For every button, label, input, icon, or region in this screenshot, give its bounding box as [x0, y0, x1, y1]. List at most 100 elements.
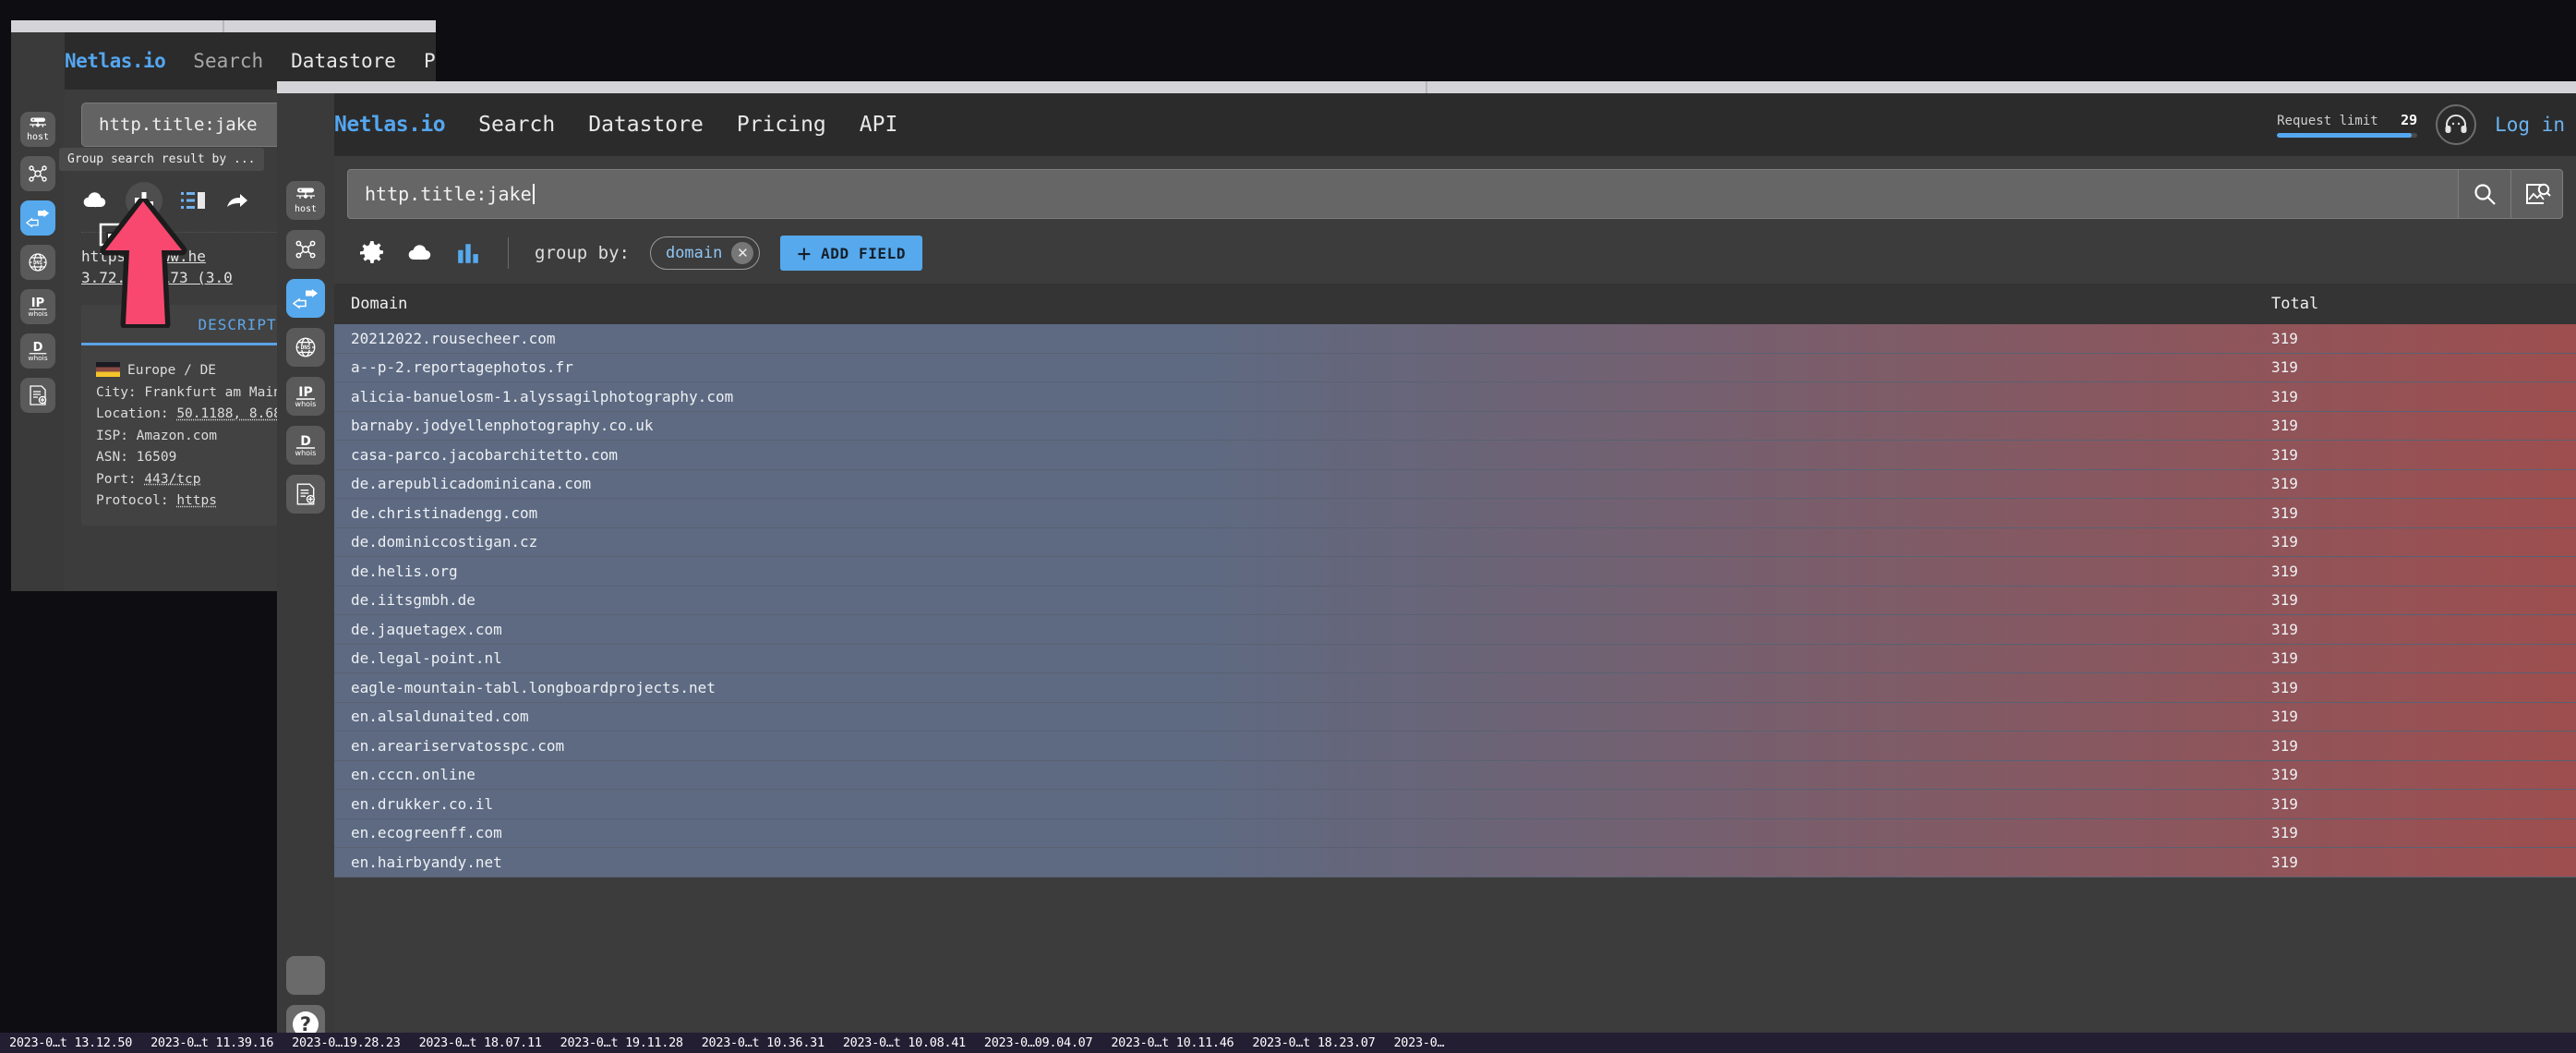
cell-domain[interactable]: barnaby.jodyellenphotography.co.uk — [334, 417, 2271, 434]
table-row[interactable]: de.iitsgmbh.de319 — [334, 587, 2576, 616]
foreground-window-titlebar[interactable] — [277, 81, 2576, 93]
svg-text:D: D — [33, 341, 43, 355]
cell-domain[interactable]: de.jaquetagex.com — [334, 621, 2271, 638]
cell-domain[interactable]: de.helis.org — [334, 563, 2271, 580]
cell-domain[interactable]: de.arepublicadominicana.com — [334, 475, 2271, 492]
result-ip[interactable]: 3.72.140.173 (3.0 — [81, 269, 233, 286]
download-cloud-icon[interactable] — [406, 239, 434, 267]
sidebar-item-dns[interactable]: DNS — [20, 245, 55, 280]
sidebar-item-host[interactable]: host — [286, 181, 325, 220]
headset-support-icon[interactable] — [2436, 104, 2476, 145]
sidebar-item-request-response[interactable] — [286, 279, 325, 318]
foreground-browser-window[interactable]: Netlas.io Search Datastore Pricing API R… — [277, 81, 2576, 1053]
cell-total: 319 — [2271, 766, 2576, 783]
brand-logo-text[interactable]: Netlas.io — [65, 50, 165, 72]
sidebar-item-host[interactable]: host — [20, 112, 55, 147]
bar-chart-icon[interactable] — [126, 182, 163, 219]
sidebar-item-ip-whois[interactable]: IP whois — [20, 289, 55, 324]
cell-domain[interactable]: de.christinadengg.com — [334, 504, 2271, 522]
table-row[interactable]: en.hairbyandy.net319 — [334, 848, 2576, 878]
gear-icon[interactable] — [358, 239, 386, 267]
cell-domain[interactable]: a--p-2.reportagephotos.fr — [334, 358, 2271, 376]
table-row[interactable]: barnaby.jodyellenphotography.co.uk319 — [334, 412, 2576, 442]
nav-link-api[interactable]: API — [860, 113, 898, 137]
nav-link-search[interactable]: Search — [478, 113, 555, 137]
group-by-chip-domain[interactable]: domain ✕ — [650, 236, 760, 270]
timestamp-label: 2023-0…t 10.36.31 — [692, 1035, 834, 1050]
column-header-domain[interactable]: Domain — [334, 295, 2271, 313]
cell-domain[interactable]: en.alsaldunaited.com — [334, 708, 2271, 725]
search-submit-button[interactable] — [2459, 170, 2510, 218]
image-search-button[interactable] — [2510, 170, 2562, 218]
table-row[interactable]: eagle-mountain-tabl.longboardprojects.ne… — [334, 673, 2576, 703]
table-row[interactable]: de.christinadengg.com319 — [334, 499, 2576, 528]
share-icon[interactable] — [223, 187, 251, 214]
pencil-cursor-icon — [150, 220, 175, 257]
table-row[interactable]: casa-parco.jacobarchitetto.com319 — [334, 441, 2576, 470]
table-row[interactable]: de.arepublicadominicana.com319 — [334, 470, 2576, 500]
cell-domain[interactable]: de.legal-point.nl — [334, 649, 2271, 667]
timestamp-label: 2023-0…09.04.07 — [975, 1035, 1101, 1050]
table-row[interactable]: alicia-banuelosm-1.alyssagilphotography.… — [334, 382, 2576, 412]
column-header-total[interactable]: Total — [2271, 295, 2576, 313]
nav-link-pricing[interactable]: Pricing — [424, 50, 436, 72]
table-row[interactable]: de.dominiccostigan.cz319 — [334, 528, 2576, 558]
cell-total: 319 — [2271, 563, 2576, 580]
cell-domain[interactable]: eagle-mountain-tabl.longboardprojects.ne… — [334, 679, 2271, 696]
search-input[interactable]: http.title:jake — [347, 169, 2459, 219]
sidebar-item-domain-whois[interactable]: D whois — [286, 426, 325, 465]
sidebar-item-domain-whois[interactable]: D whois — [20, 333, 55, 369]
sidebar-item-blank[interactable] — [286, 956, 325, 995]
cell-domain[interactable]: casa-parco.jacobarchitetto.com — [334, 446, 2271, 464]
sidebar-item-request-response[interactable] — [20, 200, 55, 236]
chip-remove-icon[interactable]: ✕ — [731, 242, 753, 264]
sidebar-item-ip-whois[interactable]: IP whois — [286, 377, 325, 416]
host-icon — [295, 188, 317, 204]
table-row[interactable]: en.drukker.co.il319 — [334, 790, 2576, 819]
protocol-link[interactable]: https — [176, 493, 217, 508]
cell-domain[interactable]: en.ecogreenff.com — [334, 824, 2271, 841]
add-field-button[interactable]: + ADD FIELD — [780, 236, 922, 271]
cell-domain[interactable]: en.hairbyandy.net — [334, 853, 2271, 871]
nav-link-search[interactable]: Search — [193, 50, 263, 72]
list-view-icon[interactable] — [179, 187, 207, 214]
sidebar-item-certificate[interactable] — [286, 475, 325, 514]
cell-domain[interactable]: en.areariservatosspc.com — [334, 737, 2271, 755]
table-row[interactable]: a--p-2.reportagephotos.fr319 — [334, 354, 2576, 383]
background-window-titlebar[interactable] — [11, 20, 436, 32]
nav-link-datastore[interactable]: Datastore — [291, 50, 396, 72]
port-link[interactable]: 443/tcp — [144, 472, 200, 487]
table-row[interactable]: de.helis.org319 — [334, 557, 2576, 587]
svg-text:DNS: DNS — [301, 345, 311, 351]
cell-total: 319 — [2271, 533, 2576, 551]
sidebar-item-graph[interactable] — [20, 156, 55, 191]
search-row: http.title:jake — [334, 156, 2576, 219]
request-limit-label: Request limit — [2277, 114, 2378, 128]
svg-text:D: D — [300, 434, 311, 449]
nav-link-datastore[interactable]: Datastore — [588, 113, 704, 137]
sidebar-item-graph[interactable] — [286, 230, 325, 269]
table-row[interactable]: en.cccn.online319 — [334, 761, 2576, 791]
cell-domain[interactable]: de.iitsgmbh.de — [334, 591, 2271, 609]
brand-logo-text[interactable]: Netlas.io — [334, 113, 445, 137]
cell-domain[interactable]: alicia-banuelosm-1.alyssagilphotography.… — [334, 388, 2271, 405]
cell-domain[interactable]: 20212022.rousecheer.com — [334, 330, 2271, 347]
table-row[interactable]: en.areariservatosspc.com319 — [334, 732, 2576, 761]
table-row[interactable]: en.alsaldunaited.com319 — [334, 703, 2576, 732]
table-body: 20212022.rousecheer.com319a--p-2.reporta… — [334, 324, 2576, 878]
table-row[interactable]: de.legal-point.nl319 — [334, 645, 2576, 674]
certificate-icon — [28, 384, 48, 406]
add-field-label: ADD FIELD — [821, 245, 906, 262]
table-row[interactable]: en.ecogreenff.com319 — [334, 819, 2576, 849]
cell-domain[interactable]: en.cccn.online — [334, 766, 2271, 783]
table-row[interactable]: 20212022.rousecheer.com319 — [334, 324, 2576, 354]
cell-domain[interactable]: de.dominiccostigan.cz — [334, 533, 2271, 551]
sidebar-item-dns[interactable]: DNS — [286, 328, 325, 367]
download-cloud-icon[interactable] — [81, 187, 109, 214]
table-row[interactable]: de.jaquetagex.com319 — [334, 615, 2576, 645]
bar-chart-icon[interactable] — [454, 239, 482, 267]
cell-domain[interactable]: en.drukker.co.il — [334, 795, 2271, 813]
nav-link-pricing[interactable]: Pricing — [737, 113, 826, 137]
login-link[interactable]: Log in — [2495, 114, 2565, 136]
sidebar-item-certificate[interactable] — [20, 378, 55, 413]
